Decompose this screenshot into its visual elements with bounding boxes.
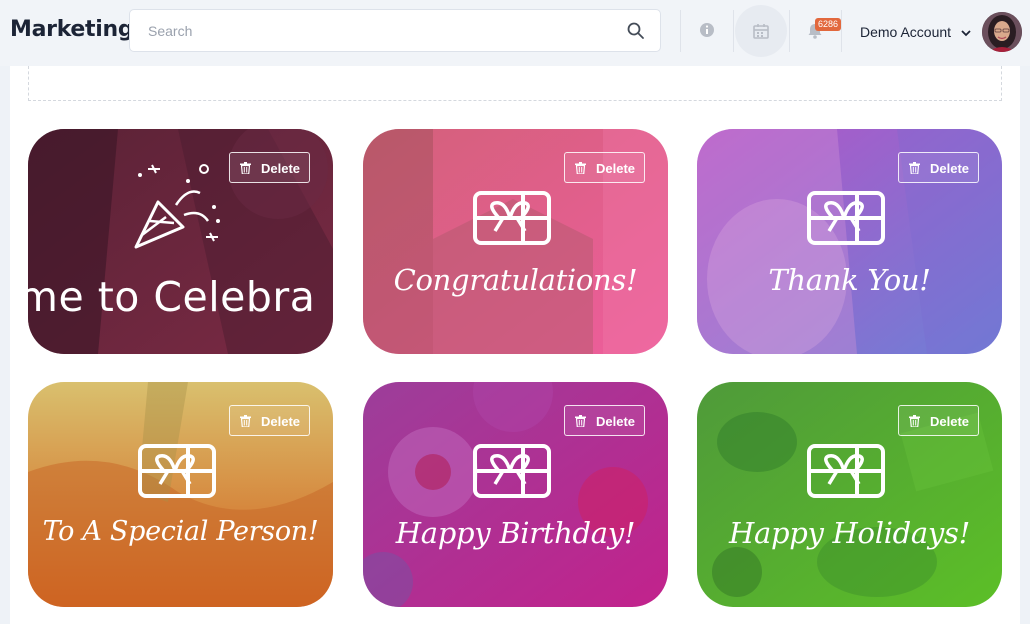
account-menu-label[interactable]: Demo Account — [860, 24, 951, 40]
delete-label: Delete — [596, 161, 636, 176]
gift-card-icon — [473, 444, 551, 498]
delete-button[interactable]: Delete — [898, 152, 979, 183]
calendar-button[interactable] — [735, 5, 787, 57]
upload-dropzone[interactable] — [28, 66, 1002, 101]
divider — [680, 10, 681, 52]
delete-button[interactable]: Delete — [229, 152, 310, 183]
trash-icon — [240, 415, 251, 427]
search-input[interactable] — [148, 21, 608, 41]
delete-button[interactable]: Delete — [564, 405, 645, 436]
trash-icon — [909, 162, 920, 174]
template-card[interactable]: Happy Birthday! Delete — [363, 382, 668, 607]
avatar[interactable] — [982, 12, 1022, 52]
card-title: Happy Holidays! — [729, 516, 970, 550]
chevron-down-icon[interactable] — [960, 27, 972, 39]
template-card[interactable]: Thank You! Delete — [697, 129, 1002, 354]
party-popper-icon — [134, 164, 220, 249]
card-title: Thank You! — [768, 263, 931, 297]
trash-icon — [909, 415, 920, 427]
notification-badge: 6286 — [815, 18, 842, 31]
gift-card-icon — [138, 444, 216, 498]
template-card[interactable]: Congratulations! Delete — [363, 129, 668, 354]
search-icon[interactable] — [626, 21, 646, 41]
gift-card-icon — [807, 191, 885, 245]
delete-label: Delete — [261, 414, 301, 429]
card-title: me to Celebra — [28, 273, 316, 321]
trash-icon — [240, 162, 251, 174]
top-bar: Marketing 6286 Demo Account — [0, 0, 1030, 66]
calendar-icon — [753, 24, 769, 39]
app-title: Marketing — [10, 17, 134, 42]
template-card[interactable]: Happy Holidays! Delete — [697, 382, 1002, 607]
card-title: To A Special Person! — [42, 516, 319, 547]
gift-card-icon — [807, 444, 885, 498]
avatar-image — [982, 12, 1022, 52]
delete-button[interactable]: Delete — [564, 152, 645, 183]
search-box[interactable] — [129, 9, 661, 52]
divider — [733, 10, 734, 52]
info-icon[interactable] — [697, 20, 717, 40]
trash-icon — [575, 162, 586, 174]
divider — [789, 10, 790, 52]
card-title: Happy Birthday! — [395, 516, 636, 550]
delete-label: Delete — [596, 414, 636, 429]
delete-label: Delete — [930, 161, 970, 176]
trash-icon — [575, 415, 586, 427]
template-card[interactable]: To A Special Person! Delete — [28, 382, 333, 607]
card-title: Congratulations! — [393, 263, 638, 297]
divider — [841, 10, 842, 52]
delete-label: Delete — [261, 161, 301, 176]
gift-card-icon — [473, 191, 551, 245]
template-card[interactable]: me to Celebra Delete — [28, 129, 333, 354]
delete-button[interactable]: Delete — [229, 405, 310, 436]
delete-label: Delete — [930, 414, 970, 429]
delete-button[interactable]: Delete — [898, 405, 979, 436]
